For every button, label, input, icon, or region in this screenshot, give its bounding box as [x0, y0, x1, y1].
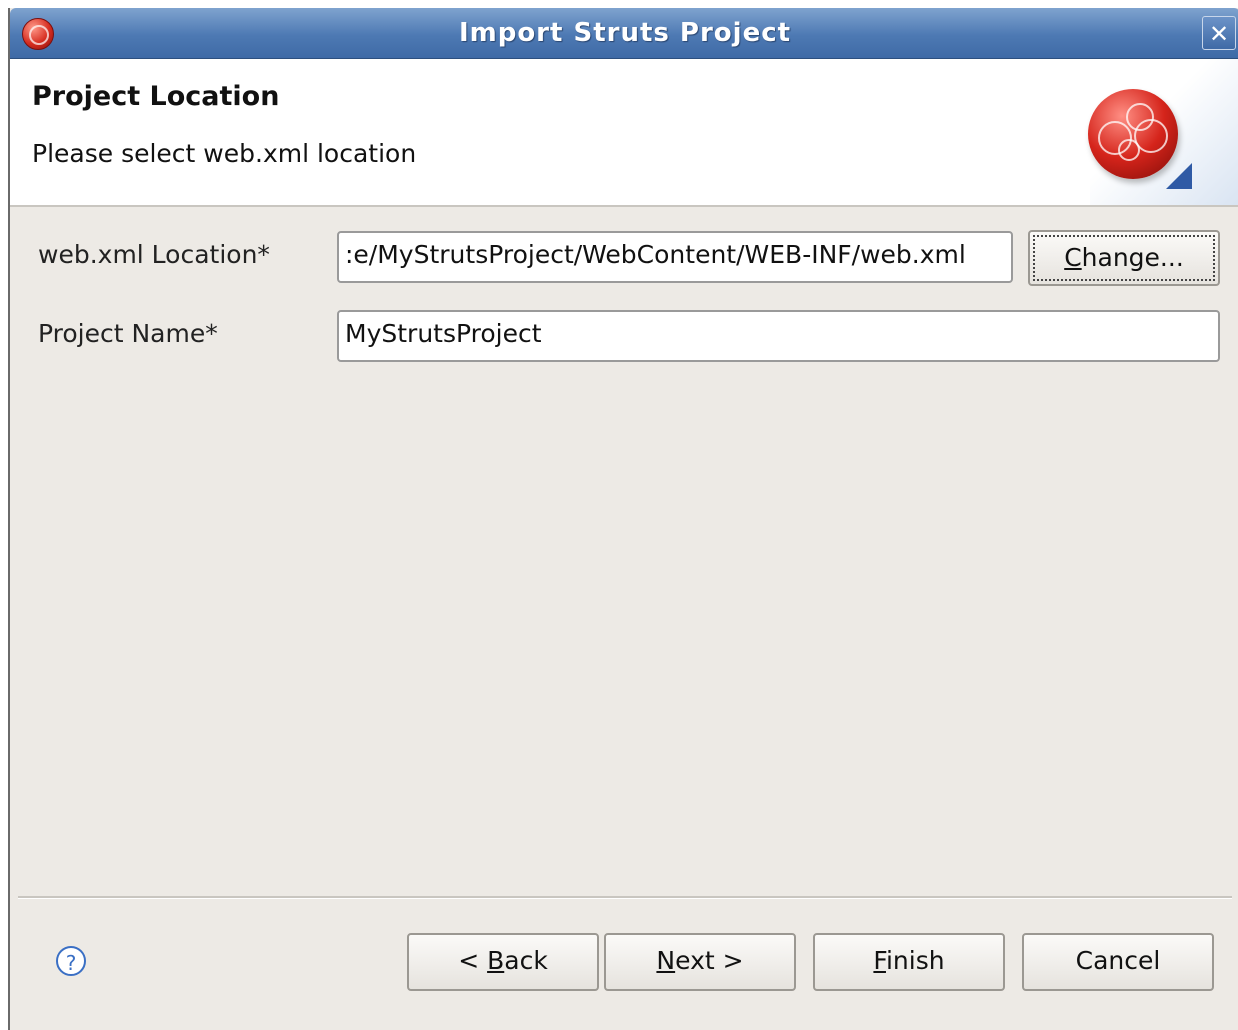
change-button[interactable]: Change...	[1028, 230, 1220, 286]
webxml-location-label: web.xml Location*	[38, 240, 270, 269]
finish-label: inish	[885, 946, 945, 975]
next-label: ext >	[675, 946, 744, 975]
page-description: Please select web.xml location	[32, 139, 417, 168]
close-icon[interactable]: ✕	[1202, 16, 1236, 50]
back-button[interactable]: < Back	[407, 933, 599, 991]
import-dialog: Import Struts Project ✕ Project Location…	[8, 8, 1238, 1030]
wizard-header: Project Location Please select web.xml l…	[10, 59, 1238, 207]
cancel-button[interactable]: Cancel	[1022, 933, 1214, 991]
project-name-input[interactable]: MyStrutsProject	[337, 310, 1220, 362]
finish-button[interactable]: Finish	[813, 933, 1005, 991]
change-label: hange...	[1081, 243, 1184, 272]
banner-arrow-icon	[1166, 163, 1192, 189]
back-mnemonic: B	[487, 946, 505, 975]
next-button[interactable]: Next >	[604, 933, 796, 991]
back-label: ack	[504, 946, 548, 975]
webxml-location-input[interactable]: :e/MyStrutsProject/WebContent/WEB-INF/we…	[337, 231, 1013, 283]
back-prefix: <	[458, 946, 488, 975]
page-title: Project Location	[32, 81, 280, 112]
project-banner-icon	[1088, 89, 1178, 179]
title-bar[interactable]: Import Struts Project ✕	[10, 8, 1238, 59]
help-icon[interactable]: ?	[56, 946, 86, 976]
footer-separator	[18, 896, 1232, 899]
next-mnemonic: N	[656, 946, 676, 975]
project-name-label: Project Name*	[38, 319, 218, 348]
finish-mnemonic: F	[873, 946, 886, 975]
change-mnemonic: C	[1064, 243, 1082, 272]
window-title: Import Struts Project	[458, 18, 792, 48]
